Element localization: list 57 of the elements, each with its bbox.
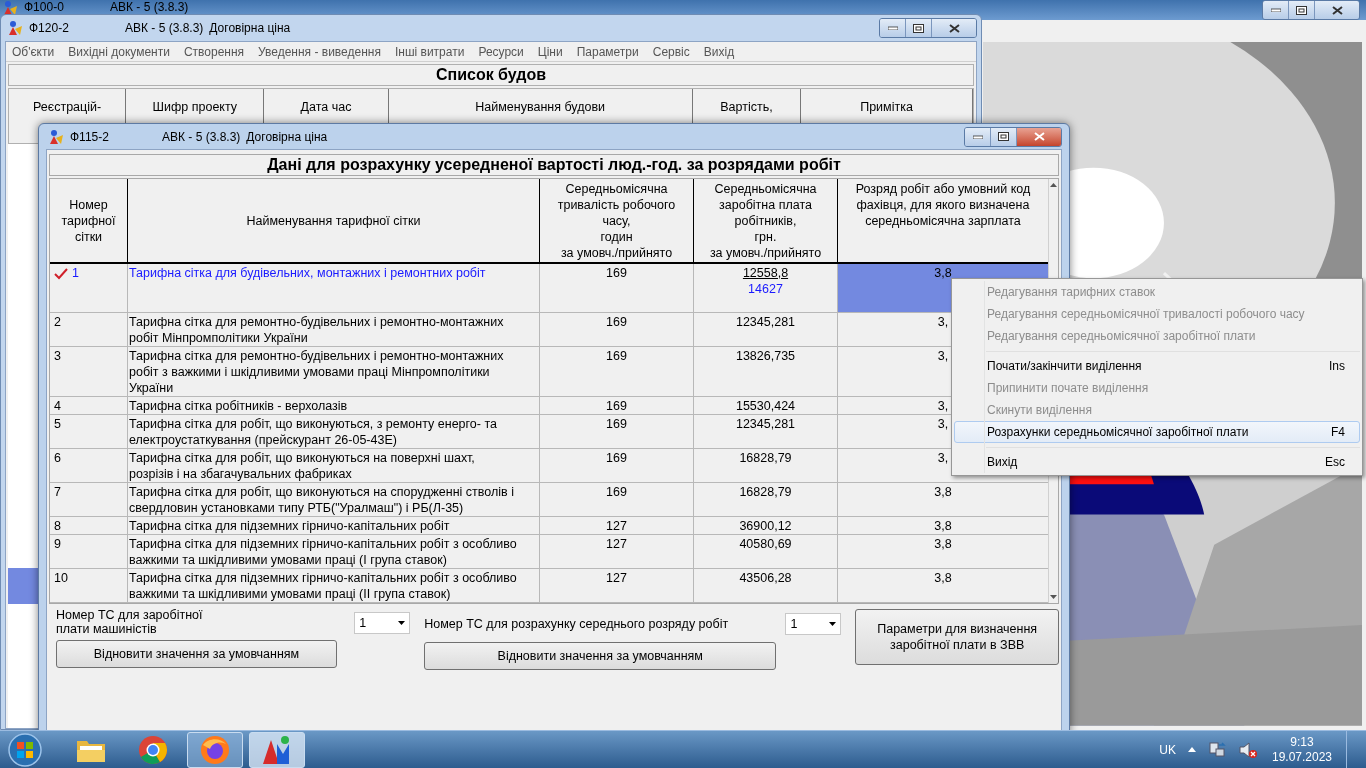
hours-cell: 169 <box>540 264 694 312</box>
row-number: 7 <box>54 484 61 500</box>
row-number: 5 <box>54 416 61 432</box>
hours-cell: 169 <box>540 347 694 396</box>
window-title: Ф100-0 <box>24 0 65 14</box>
hours-cell: 127 <box>540 517 694 534</box>
tariff-name-cell: Тарифна сітка для ремонтно-будівельних і ремонтно-монтажних робіт з важкими і шкідливими умовами праці Мінпромполітики України <box>128 347 540 396</box>
column-header: Середньомісячна заробітна плата робітників, грн. за умовч./прийнято <box>694 179 838 262</box>
column-header: Найменування тарифної сітки <box>128 179 540 262</box>
tariff-name-cell: Тарифна сітка для підземних гірничо-капітальних робіт <box>128 517 540 534</box>
column-header: Середньомісячна тривалість робочого часу, годин за умовч./прийнято <box>540 179 694 262</box>
machinist-label: Номер ТС для заробітної плати машиністів <box>56 608 203 636</box>
tariff-name-cell: Тарифна сітка для ремонтно-будівельних і ремонтно-монтажних робіт Мінпромполітики України <box>128 313 540 346</box>
hours-cell: 127 <box>540 569 694 602</box>
price-mode: Договірна ціна <box>209 20 291 37</box>
salary-default: 15530,424 <box>735 398 796 414</box>
salary-default: 43506,28 <box>739 570 792 586</box>
row-number: 10 <box>54 570 68 586</box>
salary-default: 40580,69 <box>739 536 792 552</box>
app-name: АВК - 5 (3.8.3) <box>125 20 204 37</box>
tariff-name-cell: Тарифна сітка для робіт, що виконуються на спорудженні стволів і свердловин установками типу РТБ("Уралмаш") і РБ(Л-35) <box>128 483 540 516</box>
tariff-name-cell: Тарифна сітка для підземних гірничо-капітальних робіт з особливо важкими та шкідливими умовами праці (І група ставок) <box>128 535 540 568</box>
grade-label: Номер ТС для розрахунку середнього розряду робіт <box>424 615 729 633</box>
salary-default: 36900,12 <box>739 518 792 534</box>
tariff-name-cell: Тарифна сітка робітників - верхолазів <box>128 397 540 414</box>
salary-default: 16828,79 <box>739 450 792 466</box>
window-title: Ф115-2 <box>70 128 110 146</box>
tariff-name-cell: Тарифна сітка для будівельних, монтажних і ремонтних робіт <box>128 264 540 312</box>
row-number: 3 <box>54 348 61 364</box>
salary-default: 13826,735 <box>735 348 796 364</box>
dialog-heading: Дані для розрахунку усередненої вартості люд.-год. за розрядами робіт <box>49 154 1059 176</box>
hours-cell: 169 <box>540 483 694 516</box>
row-number: 4 <box>54 398 61 414</box>
tariff-name-cell: Тарифна сітка для робіт, що виконуються на поверхні шахт, розрізів і на збагачувальних фабриках <box>128 449 540 482</box>
hours-cell: 169 <box>540 397 694 414</box>
salary-accepted: 14627 <box>748 281 783 297</box>
salary-default: 12345,281 <box>735 314 796 330</box>
column-header: Номер тарифної сітки <box>50 179 128 262</box>
tariff-name-cell: Тарифна сітка для підземних гірничо-капітальних робіт з особливо важкими та шкідливими умовами праці (ІІ група ставок) <box>128 569 540 602</box>
hours-cell: 127 <box>540 535 694 568</box>
row-number: 6 <box>54 450 61 466</box>
list-heading: Список будов <box>8 64 974 86</box>
app-name: АВК - 5 (3.8.3) <box>110 0 189 14</box>
column-header: Розряд робіт або умовний код фахівця, для якого визначена середньомісячна зарплата <box>854 181 1032 230</box>
salary-default: 12345,281 <box>735 416 796 432</box>
salary-default: 16828,79 <box>739 484 792 500</box>
app-name: АВК - 5 (3.8.3) <box>162 128 241 146</box>
hours-cell: 169 <box>540 415 694 448</box>
row-number: 9 <box>54 536 61 552</box>
tariff-name-cell: Тарифна сітка для робіт, що виконуються, з ремонту енерго- та електроустаткування (прейскурант 26-05-43Е) <box>128 415 540 448</box>
hours-cell: 169 <box>540 449 694 482</box>
hours-cell: 169 <box>540 313 694 346</box>
window-title: Ф120-2 <box>29 20 70 37</box>
salary-default: 12558,8 <box>742 265 789 281</box>
row-number: 8 <box>54 518 61 534</box>
row-number: 1 <box>72 265 79 281</box>
row-number: 2 <box>54 314 61 330</box>
